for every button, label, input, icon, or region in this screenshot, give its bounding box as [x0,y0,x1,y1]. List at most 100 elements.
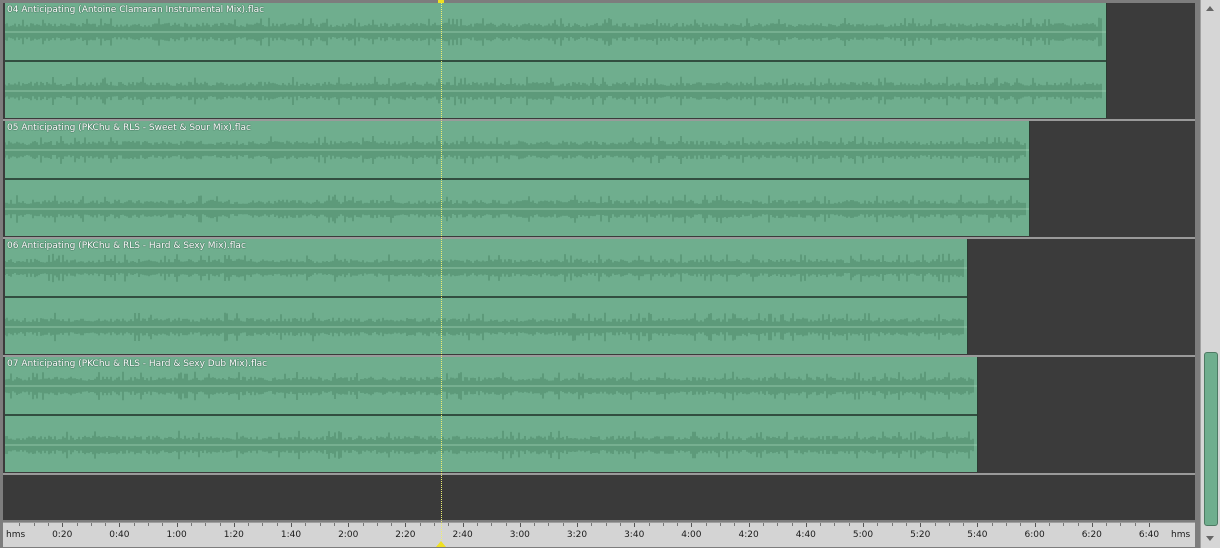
ruler-minor-tick [891,523,893,526]
time-ruler[interactable]: hms hms 0:20 0:40 1:00 1:20 1:40 2:00 2:20 2:40… [3,522,1195,547]
ruler-minor-tick [591,523,593,526]
playhead-handle[interactable] [438,0,444,3]
ruler-tick [62,523,64,527]
ruler-minor-tick [534,523,536,526]
scroll-down-icon[interactable] [1206,536,1214,541]
ruler-minor-tick [1006,523,1007,526]
ruler-tick [176,523,178,527]
ruler-minor-tick [619,523,621,526]
ruler-tick [920,523,922,527]
waveform [5,17,1106,106]
playhead-cursor[interactable] [441,0,442,540]
ruler-minor-tick [505,523,507,526]
clip-title: 07 Anticipating (PKChu & RLS - Hard & Se… [7,359,268,369]
playhead-marker-icon[interactable] [436,541,446,547]
ruler-unit-right: hms [1171,530,1191,540]
ruler-minor-tick [905,523,907,526]
ruler-minor-tick [820,523,822,526]
ruler-tick-label: 0:20 [52,530,73,540]
ruler-minor-tick [205,523,207,526]
ruler-minor-tick [448,523,450,526]
ruler-tick-label: 4:00 [681,530,702,540]
ruler-minor-tick [133,523,135,526]
ruler-minor-tick [648,523,650,526]
ruler-tick-label: 5:00 [852,530,874,540]
ruler-tick-label: 3:20 [566,530,588,540]
ruler-tick-label: 4:20 [738,530,759,540]
ruler-minor-tick [76,523,78,526]
vertical-scrollbar[interactable] [1200,0,1220,548]
ruler-tick [977,523,979,527]
ruler-minor-tick [105,523,107,526]
ruler-tick-label: 6:20 [1081,530,1102,540]
ruler-minor-tick [705,523,707,526]
ruler-minor-tick [877,523,879,526]
ruler-minor-tick [1020,523,1022,526]
scroll-up-icon[interactable] [1206,6,1214,11]
ruler-tick [348,523,350,527]
track-4[interactable]: 07 Anticipating (PKChu & RLS - Hard & Se… [3,357,1195,474]
ruler-minor-tick [333,523,335,526]
ruler-minor-tick [991,523,993,526]
track-divider[interactable] [3,473,1195,475]
ruler-tick-label: 2:40 [452,530,473,540]
ruler-minor-tick [1048,523,1050,526]
audio-clip[interactable]: 07 Anticipating (PKChu & RLS - Hard & Se… [5,357,978,472]
ruler-tick-label: 0:40 [109,530,130,540]
ruler-minor-tick [319,523,321,526]
ruler-tick [1149,523,1150,527]
clip-title: 05 Anticipating (PKChu & RLS - Sweet & S… [7,123,251,133]
ruler-tick [519,523,521,527]
ruler-minor-tick [90,523,92,526]
ruler-tick [462,523,464,527]
ruler-minor-tick [33,523,35,526]
ruler-minor-tick [376,523,378,526]
ruler-minor-tick [548,523,550,526]
track-1[interactable]: 04 Anticipating (Antoine Clamaran Instru… [3,3,1195,120]
ruler-minor-tick [276,523,278,526]
ruler-tick [1091,523,1093,527]
ruler-tick-label: 5:20 [910,530,931,540]
ruler-minor-tick [720,523,721,526]
ruler-minor-tick [934,523,936,526]
ruler-minor-tick [791,523,793,526]
ruler-minor-tick [19,523,21,526]
ruler-minor-tick [190,523,192,526]
ruler-tick [748,523,750,527]
track-2[interactable]: 05 Anticipating (PKChu & RLS - Sweet & S… [3,121,1195,238]
ruler-minor-tick [963,523,965,526]
audio-clip[interactable]: 05 Anticipating (PKChu & RLS - Sweet & S… [5,121,1030,236]
ruler-minor-tick [662,523,664,526]
ruler-minor-tick [262,523,264,526]
multitrack-editor: 04 Anticipating (Antoine Clamaran Instru… [0,0,1220,548]
ruler-tick [291,523,292,527]
ruler-tick-label: 3:40 [624,530,645,540]
ruler-minor-tick [848,523,850,526]
ruler-tick-label: 4:40 [795,530,816,540]
ruler-tick-label: 1:00 [166,530,187,540]
ruler-tick [405,523,407,527]
waveform [5,371,977,460]
ruler-minor-tick [148,523,149,526]
ruler-unit-left: hms [6,530,26,540]
ruler-tick-label: 2:00 [338,530,359,540]
ruler-tick [1034,523,1036,527]
ruler-minor-tick [162,523,164,526]
ruler-tick-label: 5:40 [967,530,988,540]
ruler-minor-tick [391,523,393,526]
ruler-tick [691,523,693,527]
ruler-tick-label: 2:20 [395,530,416,540]
ruler-tick [634,523,636,527]
scrollbar-thumb[interactable] [1204,352,1218,526]
audio-clip[interactable]: 06 Anticipating (PKChu & RLS - Hard & Se… [5,239,968,354]
audio-clip[interactable]: 04 Anticipating (Antoine Clamaran Instru… [5,3,1107,118]
ruler-minor-tick [362,523,364,526]
ruler-tick [863,523,864,527]
ruler-minor-tick [1134,523,1136,526]
tracks-area[interactable]: 04 Anticipating (Antoine Clamaran Instru… [3,3,1195,520]
ruler-tick [805,523,807,527]
ruler-tick-label: 3:00 [509,530,530,540]
ruler-minor-tick [948,523,950,526]
track-3[interactable]: 06 Anticipating (PKChu & RLS - Hard & Se… [3,239,1195,356]
ruler-minor-tick [1120,523,1122,526]
